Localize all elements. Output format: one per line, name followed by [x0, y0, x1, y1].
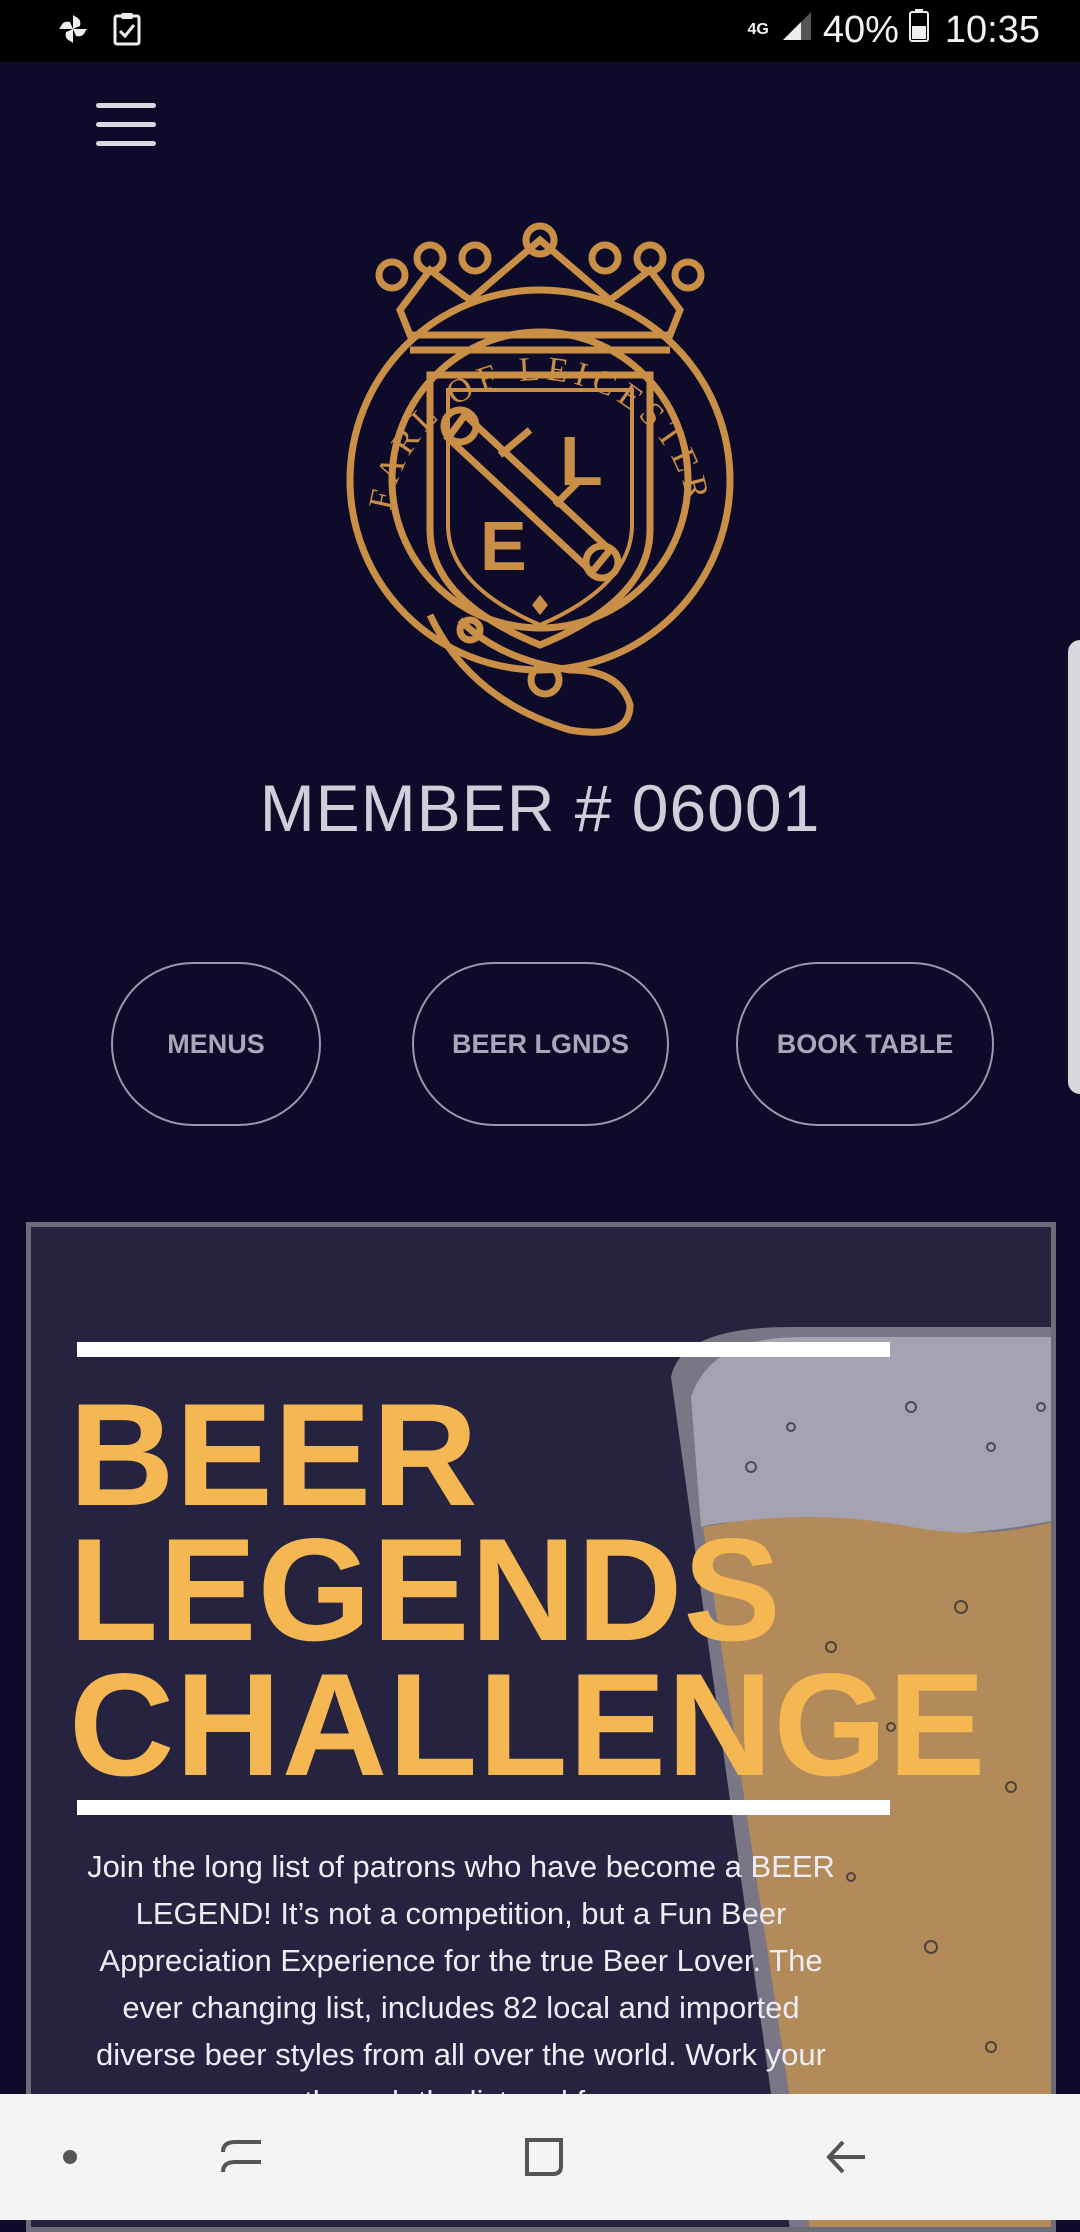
monogram-l: L [560, 422, 603, 500]
monogram-e: E [480, 507, 527, 585]
clock: 10:35 [944, 8, 1040, 51]
beer-legends-button[interactable]: BEER LGNDS [412, 962, 669, 1126]
banner-title-line: LEGENDS [69, 1508, 782, 1671]
battery-percent: 40% [822, 8, 899, 51]
home-icon[interactable] [484, 2094, 604, 2220]
banner-body-text: Join the long list of patrons who have b… [87, 1849, 835, 2119]
hotel-crest-logo: E L EARL OF LEICESTER HOTEL [315, 171, 750, 745]
recents-icon[interactable] [182, 2094, 302, 2220]
banner-bottom-rule [77, 1800, 890, 1815]
battery-icon [908, 8, 929, 52]
status-bar: 4G 40% 10:35 [0, 0, 1080, 62]
banner-title: BEER LEGENDS CHALLENGE [69, 1373, 987, 1806]
network-type: 4G [747, 21, 769, 38]
banner-title-line: BEER [69, 1373, 479, 1536]
dot-icon[interactable] [10, 2094, 130, 2220]
menus-button[interactable]: MENUS [111, 962, 321, 1126]
banner-title-line: CHALLENGE [69, 1643, 987, 1806]
hamburger-menu-icon[interactable] [96, 103, 156, 147]
beer-legends-banner[interactable]: BEER LEGENDS CHALLENGE Join the long lis… [26, 1222, 1056, 2232]
signal-icon [779, 8, 813, 52]
checklist-icon [112, 12, 142, 51]
member-number: MEMBER # 06001 [259, 771, 821, 845]
scroll-handle[interactable] [1068, 640, 1080, 1094]
system-nav-bar [0, 2094, 1080, 2220]
pinwheel-icon [56, 12, 90, 51]
banner-top-rule [77, 1342, 890, 1357]
back-icon[interactable] [786, 2094, 906, 2220]
book-table-button[interactable]: BOOK TABLE [736, 962, 994, 1126]
